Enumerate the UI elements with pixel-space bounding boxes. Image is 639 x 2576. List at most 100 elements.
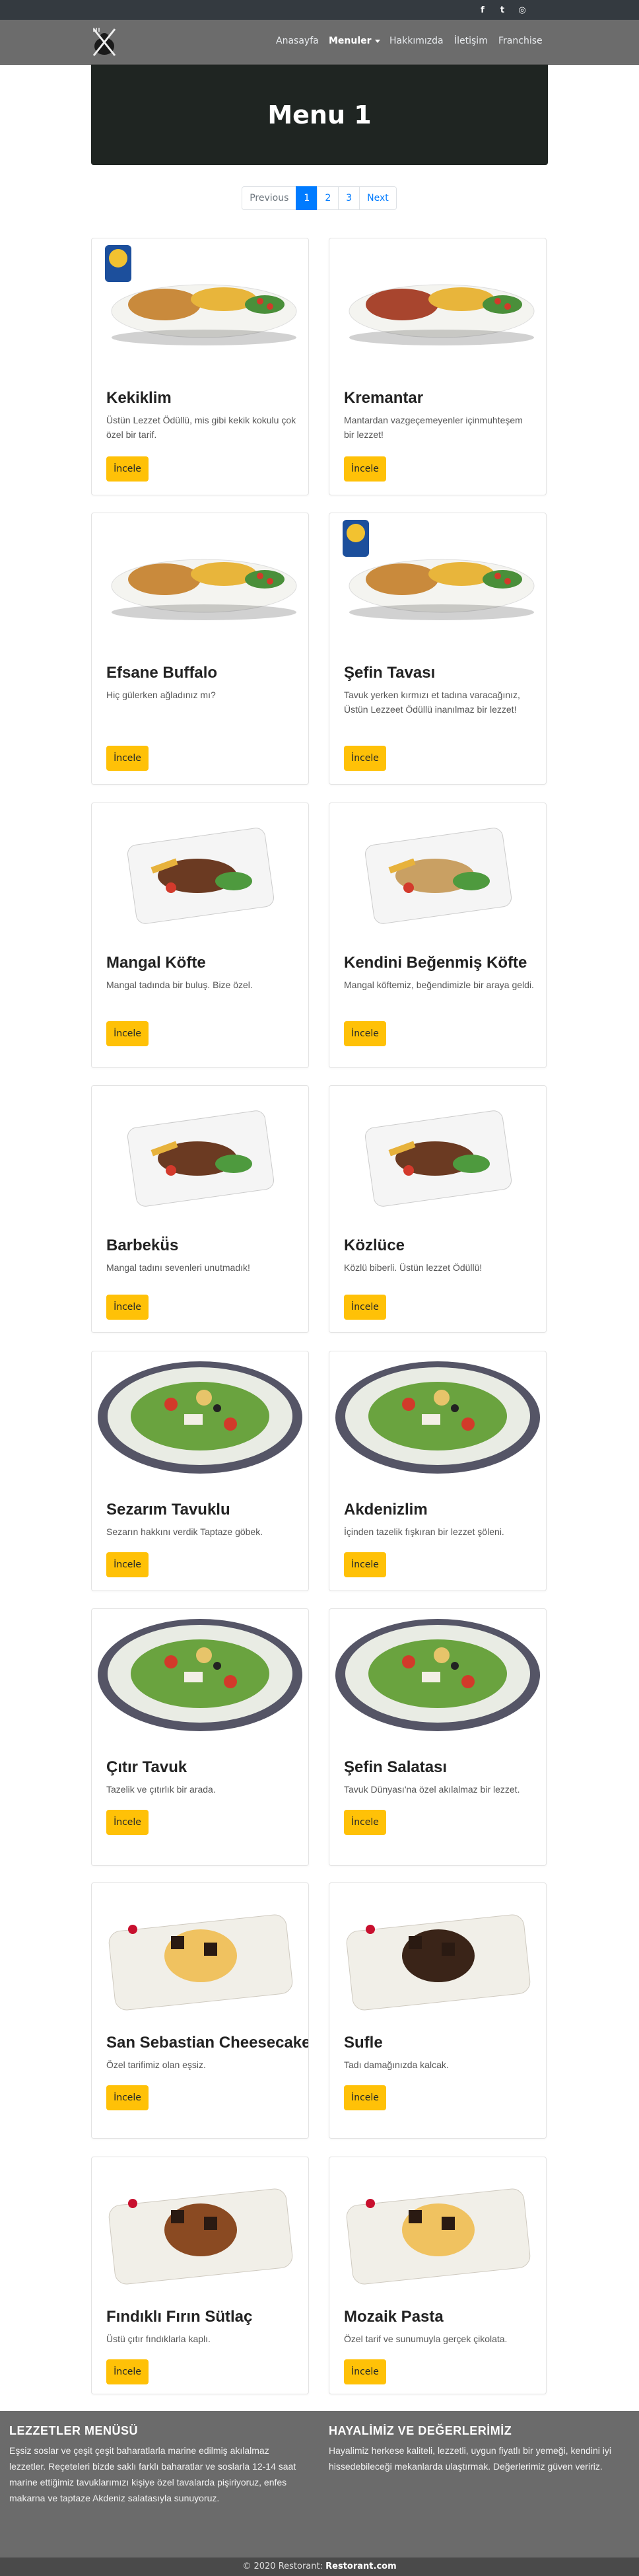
nav-menus-dropdown[interactable]: Menuler: [329, 36, 380, 46]
menu-card: Efsane Buffalo Hiç gülerken ağladınız mı…: [91, 513, 309, 785]
food-image: [329, 1609, 546, 1741]
menu-card-description: Közlü biberli. Üstün lezzet Ödüllü!: [344, 1262, 483, 1273]
inspect-button[interactable]: İncele: [106, 746, 149, 771]
menu-card-title: San Sebastian Cheesecake: [106, 2034, 309, 2052]
menu-card-title: Çıtır Tavuk: [106, 1758, 187, 1776]
nav-menus-label: Menuler: [329, 36, 372, 46]
inspect-button[interactable]: İncele: [344, 2359, 386, 2384]
food-image: [329, 1883, 546, 2015]
inspect-button[interactable]: İncele: [106, 1552, 149, 1577]
menu-card-description: Özel tarifimiz olan eşsiz.: [106, 2059, 206, 2070]
pagination-page-2[interactable]: 2: [317, 186, 339, 210]
top-bar: f t ◎: [0, 0, 639, 20]
inspect-button[interactable]: İncele: [344, 1810, 386, 1835]
inspect-button[interactable]: İncele: [106, 1810, 149, 1835]
navbar: Anasayfa Menuler Hakkımızda İletişim Fra…: [0, 20, 639, 65]
menu-card-title: Sufle: [344, 2034, 383, 2052]
menu-card-title: Barbekü̈s: [106, 1236, 179, 1254]
nav-about[interactable]: Hakkımızda: [389, 36, 444, 46]
pagination-page-1[interactable]: 1: [296, 186, 318, 210]
menu-card-title: Şefin Tavası: [344, 664, 436, 682]
inspect-button[interactable]: İncele: [344, 1552, 386, 1577]
menu-card: Fındıklı Fırın Sütlaç Üstü çıtır fındıkl…: [91, 2157, 309, 2394]
copyright-bar: © 2020 Restorant: Restorant.com: [0, 2558, 639, 2576]
menu-card-description: Üstün Lezzet Ödüllü, mis gibi kekik koku…: [106, 415, 296, 440]
inspect-button[interactable]: İncele: [106, 2359, 149, 2384]
menu-card: Kremantar Mantardan vazgeçemeyenler için…: [329, 238, 547, 495]
menu-card: Mangal Köfte Mangal tadında bir buluş. B…: [91, 803, 309, 1068]
menu-card: Közlüce Közlü biberli. Üstün lezzet Ödül…: [329, 1085, 547, 1333]
food-image: [329, 803, 546, 935]
food-image: [329, 1351, 546, 1484]
twitter-icon[interactable]: t: [496, 4, 508, 16]
menu-card: Şefin Tavası Tavuk yerken kırmızı et tad…: [329, 513, 547, 785]
food-image: [92, 1351, 308, 1484]
nav-franchise[interactable]: Franchise: [498, 36, 543, 46]
menu-card-title: Kendini Beğenmiş Köfte: [344, 954, 527, 972]
instagram-icon[interactable]: ◎: [516, 4, 528, 16]
footer-left-title: LEZZETLER MENÜSÜ: [9, 2424, 138, 2437]
logo-icon[interactable]: [91, 26, 118, 58]
nav-contact[interactable]: İletişim: [454, 36, 488, 46]
pagination-previous[interactable]: Previous: [242, 186, 297, 210]
pagination-page-3[interactable]: 3: [338, 186, 360, 210]
food-image: [92, 1609, 308, 1741]
menu-card-description: Tavuk yerken kırmızı et tadına varacağın…: [344, 690, 520, 715]
facebook-icon[interactable]: f: [477, 4, 488, 16]
menu-card-title: Akdenizlim: [344, 1501, 428, 1519]
footer-left-text: Eşsiz soslar ve çeşit çeşit baharatlarla…: [9, 2445, 296, 2503]
menu-card-description: Tavuk Dünyası'na özel akılalmaz bir lezz…: [344, 1784, 520, 1795]
page-title: Menu 1: [267, 100, 372, 129]
inspect-button[interactable]: İncele: [344, 2085, 386, 2110]
brand-link[interactable]: Restorant.com: [325, 2561, 397, 2571]
menu-card-title: Közlüce: [344, 1236, 405, 1254]
menu-card: San Sebastian Cheesecake Özel tarifimiz …: [91, 1882, 309, 2139]
food-image: [92, 1883, 308, 2015]
food-image: [92, 2157, 308, 2289]
food-image: [329, 2157, 546, 2289]
nav-home[interactable]: Anasayfa: [276, 36, 319, 46]
inspect-button[interactable]: İncele: [106, 1295, 149, 1320]
menu-card: Sezarım Tavuklu Sezarın hakkını verdik T…: [91, 1351, 309, 1591]
menu-card-description: İçinden tazelik fışkıran bir lezzet şöle…: [344, 1526, 504, 1537]
food-image: [329, 238, 546, 371]
menu-card: Kendini Beğenmiş Köfte Mangal köftemiz, …: [329, 803, 547, 1068]
menu-card-title: Mozaik Pasta: [344, 2308, 444, 2326]
inspect-button[interactable]: İncele: [344, 1295, 386, 1320]
inspect-button[interactable]: İncele: [106, 2085, 149, 2110]
menu-card-description: Özel tarif ve sunumuyla gerçek çikolata.: [344, 2334, 508, 2344]
menu-card-title: Mangal Köfte: [106, 954, 206, 972]
menu-card-description: Üstü çıtır fındıklarla kaplı.: [106, 2334, 211, 2344]
menu-card: Barbekü̈s Mangal tadını sevenleri unutma…: [91, 1085, 309, 1333]
menu-card-description: Mangal tadında bir buluş. Bize özel.: [106, 980, 253, 990]
hero-banner: Menu 1: [91, 65, 548, 165]
pagination-next[interactable]: Next: [359, 186, 397, 210]
menu-card-title: Şefin Salatası: [344, 1758, 448, 1776]
inspect-button[interactable]: İncele: [344, 456, 386, 482]
menu-card: Akdenizlim İçinden tazelik fışkıran bir …: [329, 1351, 547, 1591]
inspect-button[interactable]: İncele: [106, 1021, 149, 1046]
menu-card-description: Tadı damağınızda kalcak.: [344, 2059, 449, 2070]
food-image: [92, 1086, 308, 1218]
menu-card-title: Kekiklim: [106, 389, 172, 407]
food-image: [92, 803, 308, 935]
copyright-text: © 2020 Restorant:: [242, 2561, 323, 2571]
inspect-button[interactable]: İncele: [344, 746, 386, 771]
menu-card: Çıtır Tavuk Tazelik ve çıtırlık bir arad…: [91, 1608, 309, 1866]
menu-card-description: Sezarın hakkını verdik Taptaze göbek.: [106, 1526, 263, 1537]
menu-card: Kekiklim Üstün Lezzet Ödüllü, mis gibi k…: [91, 238, 309, 495]
menu-card-description: Mangal köftemiz, beğendimizle bir araya …: [344, 980, 534, 990]
food-image: [92, 513, 308, 645]
footer: LEZZETLER MENÜSÜ Eşsiz soslar ve çeşit ç…: [0, 2411, 639, 2558]
inspect-button[interactable]: İncele: [344, 1021, 386, 1046]
menu-card: Mozaik Pasta Özel tarif ve sunumuyla ger…: [329, 2157, 547, 2394]
chevron-down-icon: [374, 39, 380, 43]
menu-card-title: Efsane Buffalo: [106, 664, 218, 682]
menu-card-description: Mangal tadını sevenleri unutmadık!: [106, 1262, 250, 1273]
inspect-button[interactable]: İncele: [106, 456, 149, 482]
menu-card-description: Hiç gülerken ağladınız mı?: [106, 690, 216, 700]
food-image: [329, 513, 546, 645]
footer-right-title: HAYALİMİZ VE DEĞERLERİMİZ: [329, 2424, 512, 2437]
footer-right-text: Hayalimiz herkese kaliteli, lezzetli, uy…: [329, 2445, 611, 2472]
menu-card-title: Fındıklı Fırın Sütlaç: [106, 2308, 253, 2326]
